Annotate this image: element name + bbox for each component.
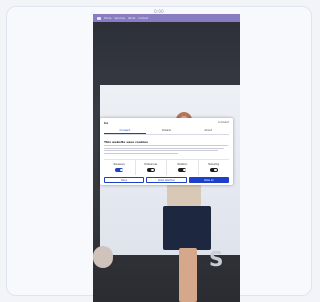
toggle-group-preferences: Preferences [136, 160, 167, 175]
statistics-toggle[interactable] [178, 168, 187, 172]
tab-consent[interactable]: Consent [104, 127, 146, 134]
nav-item-services[interactable]: Services [114, 17, 125, 20]
allow-selection-button[interactable]: Allow selection [146, 177, 187, 183]
cookie-consent-dialog: Co Cookiebot Consent Details About This … [100, 118, 233, 185]
powered-by-label[interactable]: Cookiebot [218, 121, 229, 124]
tab-about[interactable]: About [187, 127, 229, 134]
phone-viewport: Home Services About Contact S Co Cookieb… [93, 14, 240, 302]
site-navbar: Home Services About Contact [93, 14, 240, 22]
necessary-toggle[interactable] [115, 168, 124, 172]
marketing-toggle[interactable] [209, 168, 218, 172]
nav-item-contact[interactable]: Contact [138, 17, 148, 20]
dialog-body-text [104, 145, 228, 155]
toggle-group-necessary: Necessary [104, 160, 136, 175]
cookie-logo: Co [104, 121, 109, 125]
dialog-title: This website uses cookies [104, 140, 148, 144]
nav-item-about[interactable]: About [128, 17, 135, 20]
preferences-toggle[interactable] [146, 168, 155, 172]
toggle-label: Preferences [144, 163, 158, 166]
overlay-letter: S [209, 247, 224, 271]
toggle-group-statistics: Statistics [167, 160, 199, 175]
consent-buttons: Deny Allow selection Allow all [104, 177, 229, 183]
allow-all-button[interactable]: Allow all [188, 177, 229, 183]
consent-tabs: Consent Details About [104, 127, 229, 135]
deny-button[interactable]: Deny [104, 177, 145, 183]
nav-item-home[interactable]: Home [104, 17, 111, 20]
toggle-label: Marketing [208, 163, 220, 166]
toggle-label: Statistics [177, 163, 188, 166]
toggle-group-marketing: Marketing [199, 160, 230, 175]
audience-head [93, 246, 113, 268]
toggle-label: Necessary [113, 163, 125, 166]
site-logo-icon[interactable] [97, 16, 101, 20]
tab-details[interactable]: Details [146, 127, 188, 134]
cookie-toggles: Necessary Preferences Statistics Marketi… [104, 159, 229, 175]
speaker-legs [179, 248, 197, 302]
speaker-skirt [163, 206, 211, 250]
